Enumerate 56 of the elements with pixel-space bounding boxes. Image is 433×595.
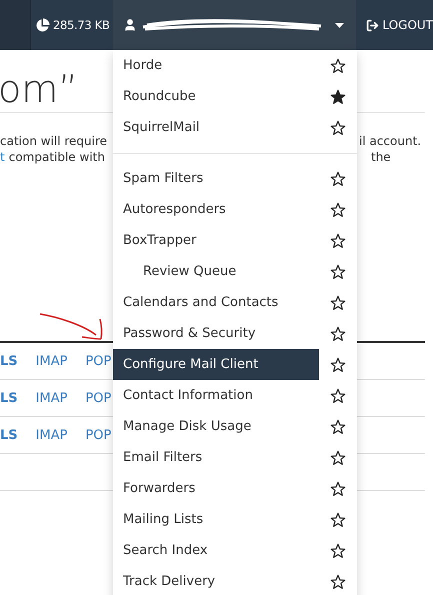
protocol-link[interactable]: IMAP (36, 428, 68, 442)
paragraph-text: il account. (359, 133, 422, 149)
menu-item[interactable]: SquirrelMail (113, 112, 319, 143)
protocol-link[interactable]: POP (85, 390, 112, 406)
star-icon (330, 202, 346, 218)
menu-item[interactable]: BoxTrapper (113, 225, 319, 256)
menu-item[interactable]: Autoresponders (113, 194, 319, 225)
star-icon (330, 450, 346, 466)
paragraph-text: the (370, 149, 392, 165)
menu-item[interactable]: Review Queue (113, 256, 319, 287)
user-icon (122, 18, 137, 32)
menu-item[interactable]: Search Index (113, 535, 319, 566)
pie-chart-icon (34, 18, 50, 32)
menu-item[interactable]: Manage Disk Usage (113, 411, 319, 442)
protocol-link[interactable]: LS (0, 390, 18, 406)
protocol-link[interactable]: LS (0, 354, 18, 368)
star-icon (330, 232, 346, 248)
link[interactable]: t (0, 149, 5, 165)
menu-item[interactable]: Horde (113, 50, 319, 81)
menu-item[interactable]: Contact Information (113, 380, 319, 411)
menu-item[interactable]: Track Delivery (113, 566, 319, 595)
star-icon (330, 170, 346, 186)
paragraph-text: cation will require (0, 133, 108, 149)
star-icon (330, 294, 346, 310)
menu-item[interactable]: Spam Filters (113, 163, 319, 194)
logout-icon (366, 18, 380, 32)
protocol-link[interactable]: IMAP (36, 354, 68, 368)
menu-item[interactable]: Roundcube (113, 81, 319, 112)
star-icon (330, 574, 346, 590)
paragraph-text: compatible with (8, 149, 105, 165)
menu-item[interactable]: Password & Security (113, 318, 319, 349)
menu-item[interactable]: Calendars and Contacts (113, 287, 319, 318)
menu-item[interactable]: Forwarders (113, 473, 319, 504)
star-icon (330, 418, 346, 434)
star-icon (330, 326, 346, 342)
caret-icon (335, 22, 344, 28)
star-icon (330, 388, 346, 404)
star-icon (330, 58, 346, 74)
star-icon (330, 264, 346, 280)
menu-item[interactable]: Email Filters (113, 442, 319, 473)
logout-button[interactable]: LOGOUT (356, 0, 433, 50)
star-icon (330, 542, 346, 558)
menu-item[interactable]: Mailing Lists (113, 504, 319, 535)
page-heading: om” (0, 66, 78, 112)
disk-usage: 285.73 KB (52, 18, 110, 32)
star-icon (330, 120, 346, 136)
star-filled-icon (330, 88, 346, 104)
protocol-link[interactable]: POP (85, 354, 112, 368)
protocol-link[interactable]: POP (85, 428, 112, 442)
menu-item[interactable]: Configure Mail Client (113, 349, 319, 380)
protocol-link[interactable]: LS (0, 428, 18, 442)
star-icon (330, 480, 346, 496)
account-menu-button[interactable] (112, 0, 356, 50)
star-icon (330, 512, 346, 528)
star-icon (330, 356, 346, 372)
protocol-link[interactable]: IMAP (36, 390, 68, 406)
